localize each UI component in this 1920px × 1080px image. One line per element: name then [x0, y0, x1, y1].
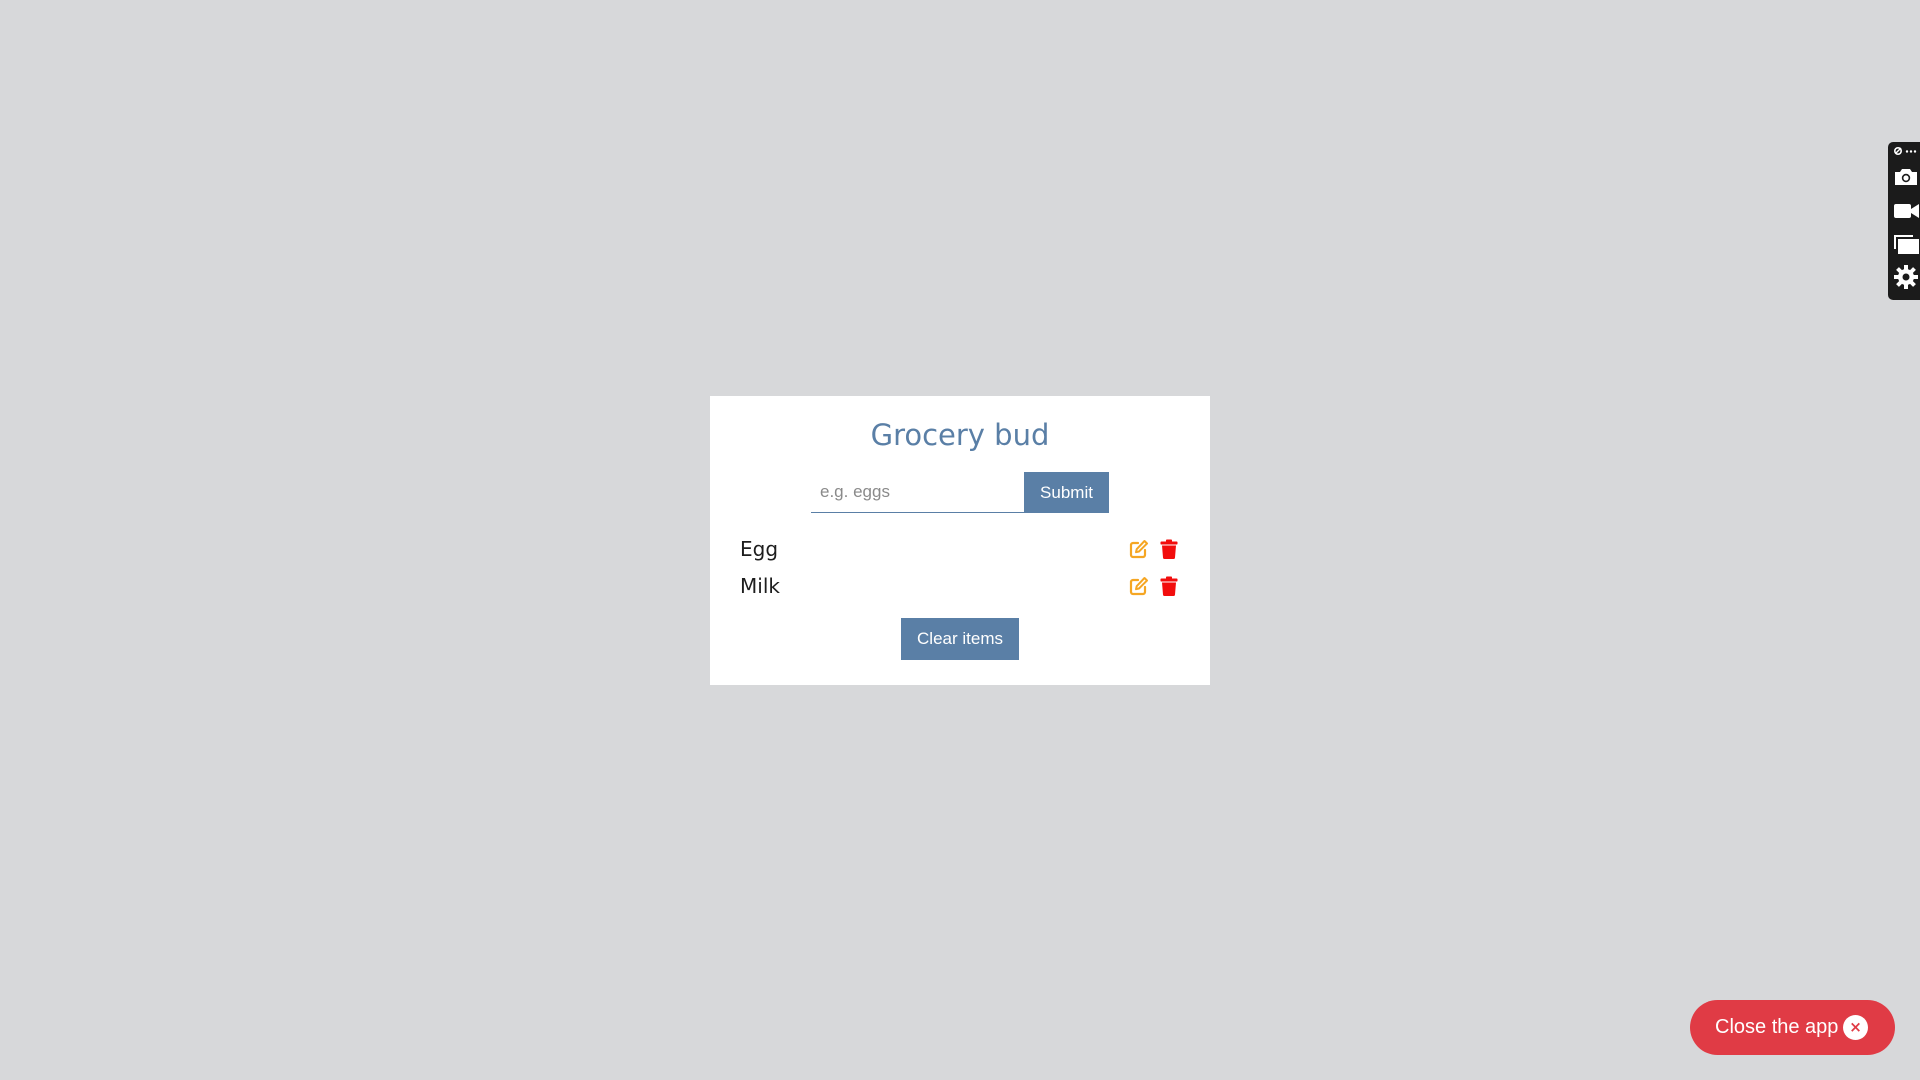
trash-icon[interactable]	[1158, 575, 1180, 597]
close-app-label: Close the app	[1715, 1016, 1839, 1038]
item-actions	[1128, 575, 1180, 597]
video-icon[interactable]	[1892, 198, 1920, 224]
item-actions	[1128, 538, 1180, 560]
edit-icon[interactable]	[1128, 575, 1150, 597]
settings-link-icon[interactable]	[1892, 144, 1920, 158]
list-item: Egg	[740, 530, 1180, 567]
camera-icon[interactable]	[1892, 164, 1920, 190]
page-title: Grocery bud	[870, 418, 1050, 452]
grocery-card: Grocery bud Submit Egg	[710, 396, 1210, 685]
submit-button[interactable]: Submit	[1024, 472, 1109, 513]
close-app-button[interactable]: Close the app ×	[1690, 1000, 1895, 1055]
clear-items-button[interactable]: Clear items	[901, 618, 1019, 660]
close-icon: ×	[1843, 1015, 1868, 1040]
gear-icon[interactable]	[1892, 264, 1920, 290]
list-item: Milk	[740, 567, 1180, 604]
window-icon[interactable]	[1892, 231, 1920, 257]
grocery-form: Submit	[811, 472, 1109, 513]
trash-icon[interactable]	[1158, 538, 1180, 560]
edit-icon[interactable]	[1128, 538, 1150, 560]
item-input[interactable]	[811, 472, 1024, 513]
item-name: Milk	[740, 573, 780, 598]
grocery-list: Egg Milk	[740, 530, 1180, 604]
item-name: Egg	[740, 536, 779, 561]
side-toolbar	[1888, 142, 1920, 300]
